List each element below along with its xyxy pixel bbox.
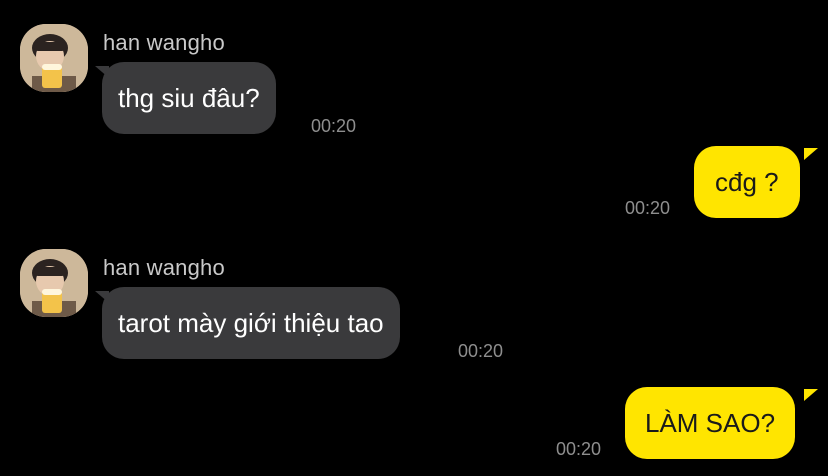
bubble-tail <box>804 148 818 160</box>
bubble-tail <box>804 389 818 401</box>
message-time: 00:20 <box>311 116 357 136</box>
chat-thread: han wangho thg siu đâu? 00:20 cđg ? 00:2… <box>0 0 828 476</box>
outgoing-message-bubble[interactable]: LÀM SAO? <box>625 387 796 459</box>
message-time: 00:20 <box>556 439 602 459</box>
incoming-message-bubble[interactable]: tarot mày giới thiệu tao <box>102 287 400 359</box>
sender-name: han wangho <box>103 255 225 280</box>
message-time: 00:20 <box>458 341 504 361</box>
outgoing-message-bubble[interactable]: cđg ? <box>694 146 800 218</box>
sender-avatar[interactable] <box>20 249 88 317</box>
sender-avatar[interactable] <box>20 24 88 92</box>
user-avatar-icon <box>20 24 88 92</box>
message-time: 00:20 <box>625 198 671 218</box>
sender-name: han wangho <box>103 30 225 55</box>
user-avatar-icon <box>20 249 88 317</box>
incoming-message-bubble[interactable]: thg siu đâu? <box>102 62 276 134</box>
